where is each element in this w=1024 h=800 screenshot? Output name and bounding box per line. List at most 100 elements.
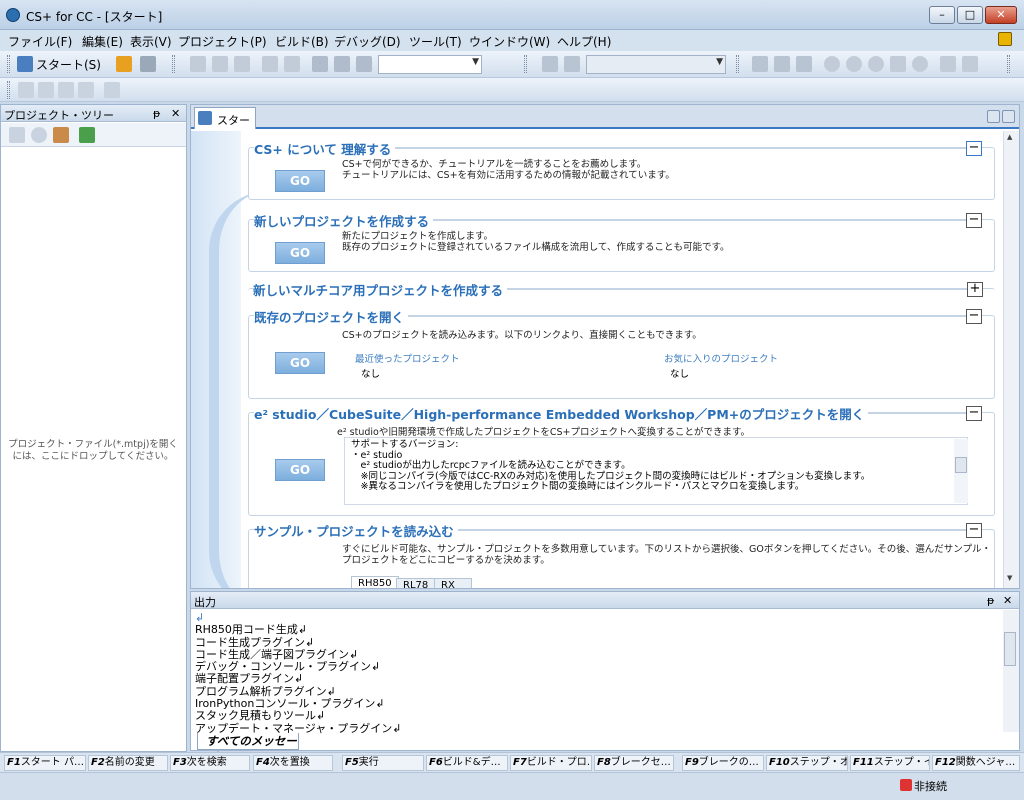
rebuild-icon[interactable]: [564, 56, 580, 72]
scroll-down-icon[interactable]: ▼: [1007, 574, 1012, 582]
fkey-f10[interactable]: F10ステップ・オ…: [766, 755, 848, 771]
memory-icon[interactable]: [962, 56, 978, 72]
recent-projects-link[interactable]: 最近使ったプロジェクト: [355, 351, 460, 365]
output-scrollbar[interactable]: [1003, 610, 1019, 732]
scroll-up-icon[interactable]: ▲: [1007, 133, 1012, 141]
collapse-button[interactable]: −: [966, 406, 982, 421]
toolbar-grip[interactable]: [7, 81, 10, 99]
output-log[interactable]: ↲ RH850用コード生成↲ コード生成プラグイン↲ コード生成／端子図プラグイ…: [195, 611, 995, 747]
menu-view[interactable]: 表示(V): [130, 33, 172, 50]
window-icon[interactable]: [18, 82, 34, 98]
start-button[interactable]: スタート(S): [36, 56, 101, 73]
collapse-button[interactable]: −: [966, 309, 982, 324]
tab-start[interactable]: スタート: [194, 107, 256, 143]
reset-icon[interactable]: [796, 56, 812, 72]
fkey-f6[interactable]: F6ビルド&デ…: [426, 755, 508, 771]
replace-icon[interactable]: [334, 56, 350, 72]
search-combo[interactable]: ▼: [378, 55, 482, 74]
output-header: 出力 ᵽ ✕: [191, 592, 1019, 609]
menu-window[interactable]: ウインドウ(W): [469, 33, 550, 50]
run-icon[interactable]: [846, 56, 862, 72]
toolbar-grip[interactable]: [1007, 55, 1010, 73]
toolbar-grip[interactable]: [7, 55, 10, 73]
document-scrollbar[interactable]: ▲ ▼: [1003, 131, 1019, 588]
fkey-f8[interactable]: F8ブレークセ…: [594, 755, 674, 771]
fkey-f2[interactable]: F2名前の変更: [88, 755, 168, 771]
build-mode-combo[interactable]: ▼: [586, 55, 726, 74]
collapse-button[interactable]: −: [966, 523, 982, 538]
cut-icon[interactable]: [190, 56, 206, 72]
close-icon[interactable]: ✕: [1003, 594, 1012, 607]
stop-icon[interactable]: [824, 56, 840, 72]
close-button[interactable]: ✕: [985, 6, 1017, 24]
paste-icon[interactable]: [234, 56, 250, 72]
fkey-f1[interactable]: F1スタート パ…: [4, 755, 86, 771]
new-project-go-button[interactable]: GO: [275, 242, 325, 264]
menu-edit[interactable]: 編集(E): [82, 33, 123, 50]
minimize-button[interactable]: –: [929, 6, 955, 24]
close-icon[interactable]: ✕: [171, 107, 180, 120]
comment-icon[interactable]: [38, 82, 54, 98]
fkey-f4[interactable]: F4次を置換: [253, 755, 333, 771]
refresh-icon[interactable]: [79, 127, 95, 143]
fkey-f12[interactable]: F12関数へジャ…: [932, 755, 1020, 771]
comment-icon[interactable]: [58, 82, 74, 98]
pin-icon[interactable]: ᵽ: [987, 594, 994, 607]
collapse-button[interactable]: −: [966, 213, 982, 228]
open-existing-go-button[interactable]: GO: [275, 352, 325, 374]
build-icon[interactable]: [542, 56, 558, 72]
sample-text-2: プロジェクトをどこにコピーするかを決めます。: [342, 555, 550, 566]
lock-icon[interactable]: [998, 32, 1012, 46]
tab-all-messages[interactable]: すべてのメッセージ: [197, 733, 299, 764]
about-go-button[interactable]: GO: [275, 170, 325, 192]
step-back-icon[interactable]: [912, 56, 928, 72]
find-icon[interactable]: [312, 56, 328, 72]
convert-go-button[interactable]: GO: [275, 459, 325, 481]
toolbar-grip[interactable]: [524, 55, 527, 73]
tab-menu-icon[interactable]: [987, 110, 1000, 123]
favorite-projects-link[interactable]: お気に入りのプロジェクト: [664, 351, 778, 365]
fkey-f11[interactable]: F11ステップ・イン: [850, 755, 930, 771]
watch-icon[interactable]: [940, 56, 956, 72]
fkey-f7[interactable]: F7ビルド・プロ…: [510, 755, 592, 771]
find-in-files-icon[interactable]: [356, 56, 372, 72]
menu-debug[interactable]: デバッグ(D): [334, 33, 401, 50]
menu-tools[interactable]: ツール(T): [409, 33, 462, 50]
supported-versions-box[interactable]: サポートするバージョン: ・e² studio e² studioが出力したrc…: [344, 437, 968, 505]
layout-icon[interactable]: [104, 82, 120, 98]
maximize-button[interactable]: □: [957, 6, 983, 24]
fkey-f5[interactable]: F5実行: [342, 755, 424, 771]
collapse-button[interactable]: −: [966, 141, 982, 156]
scroll-thumb[interactable]: [955, 457, 967, 473]
toolbar-grip[interactable]: [172, 55, 175, 73]
comment-icon[interactable]: [78, 82, 94, 98]
toolbar-grip[interactable]: [736, 55, 739, 73]
sample-tab-rh850[interactable]: RH850: [351, 576, 399, 588]
sort-icon[interactable]: [9, 127, 25, 143]
run-to-icon[interactable]: [868, 56, 884, 72]
tab-close-icon[interactable]: [1002, 110, 1015, 123]
user-icon[interactable]: [53, 127, 69, 143]
menu-help[interactable]: ヘルプ(H): [557, 33, 611, 50]
output-panel: 出力 ᵽ ✕ ↲ RH850用コード生成↲ コード生成プラグイン↲ コード生成／…: [190, 591, 1020, 764]
save-icon[interactable]: [140, 56, 156, 72]
property-icon[interactable]: [31, 127, 47, 143]
connect-icon[interactable]: [774, 56, 790, 72]
copy-icon[interactable]: [212, 56, 228, 72]
sample-tab-rl78[interactable]: RL78: [396, 578, 436, 588]
menu-build[interactable]: ビルド(B): [275, 33, 329, 50]
step-icon[interactable]: [890, 56, 906, 72]
redo-icon[interactable]: [284, 56, 300, 72]
open-project-icon[interactable]: [116, 56, 132, 72]
fkey-f9[interactable]: F9ブレークの…: [682, 755, 764, 771]
fkey-f3[interactable]: F3次を検索: [170, 755, 250, 771]
menu-file[interactable]: ファイル(F): [8, 33, 72, 50]
expand-button[interactable]: +: [967, 282, 983, 297]
sample-tab-rx[interactable]: RX: [434, 578, 472, 588]
versions-scrollbar[interactable]: [954, 439, 968, 503]
undo-icon[interactable]: [262, 56, 278, 72]
download-icon[interactable]: [752, 56, 768, 72]
menu-project[interactable]: プロジェクト(P): [178, 33, 267, 50]
scroll-thumb[interactable]: [1004, 632, 1016, 666]
pin-icon[interactable]: ᵽ: [153, 107, 160, 120]
